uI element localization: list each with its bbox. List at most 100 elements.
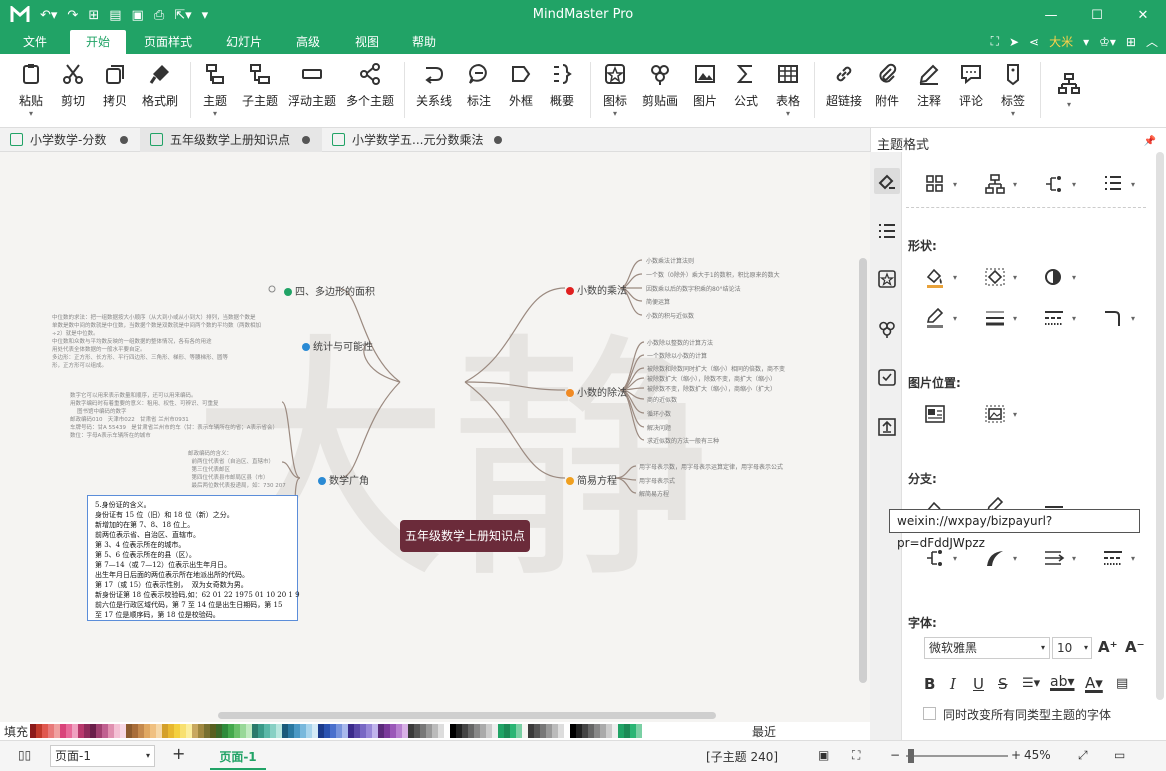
task-tab-icon[interactable] xyxy=(874,364,900,390)
subtopic[interactable]: 一个数除以小数的计算 xyxy=(647,351,707,360)
border-weight-icon[interactable] xyxy=(984,307,1006,329)
subtopic[interactable]: 简便运算 xyxy=(646,297,670,306)
page-list-icon[interactable]: ▯▯ xyxy=(18,748,31,762)
branch-taper-icon[interactable] xyxy=(984,547,1006,569)
subtopic[interactable]: 被除数不变，除数扩大（缩小），商缩小（扩大） xyxy=(647,384,776,393)
underline-icon[interactable]: U xyxy=(973,675,984,693)
subtopic[interactable]: 被除数扩大（缩小），除数不变，商扩大（缩小） xyxy=(647,374,776,383)
topic-decimal-division[interactable]: 小数的除法 xyxy=(566,384,627,399)
export-tab-icon[interactable] xyxy=(874,414,900,440)
font-family-select[interactable]: 微软雅黑 ▾ xyxy=(924,637,1050,659)
publish-icon[interactable]: ➤ xyxy=(1009,35,1019,49)
mindmap-canvas[interactable]: 大静 五年级数学上册知识点 小数的乘法 小数的除法 简易方程 四、多边形的面积 … xyxy=(0,152,870,722)
panel-toggle-icon[interactable]: ▭ xyxy=(1114,748,1125,762)
bold-icon[interactable]: B xyxy=(924,675,935,693)
branch-arrow-dropdown-icon[interactable]: ▾ xyxy=(1072,554,1076,563)
connector-style-icon[interactable] xyxy=(1043,173,1065,195)
border-dash-dropdown-icon[interactable]: ▾ xyxy=(1072,314,1076,323)
align-icon[interactable]: ☰▾ xyxy=(1022,676,1040,691)
subtopic[interactable]: 解决问题 xyxy=(647,423,671,432)
wide-angle-note-1[interactable]: 数字它可以用来表示数量和顺序，还可以用来编码。 用数字编码时有着重要的意义：租用… xyxy=(70,392,278,440)
shape-dropdown-icon[interactable]: ▾ xyxy=(1013,273,1017,282)
clipart-button[interactable]: 剪贴画 xyxy=(638,62,682,109)
pin-icon[interactable]: 📌 xyxy=(1144,136,1156,147)
subtopic[interactable]: 小数乘法计算法则 xyxy=(646,256,694,265)
idcard-note-box[interactable]: 5.身份证的含义。 身份证有 15 位（旧）和 18 位（新）之分。 新增加的在… xyxy=(87,495,300,621)
zoom-slider-thumb[interactable] xyxy=(908,749,914,763)
menu-advanced[interactable]: 高级 xyxy=(283,30,333,54)
menu-slides[interactable]: 幻灯片 xyxy=(216,30,272,54)
topic-statistics[interactable]: 统计与可能性 xyxy=(302,338,373,353)
close-button[interactable]: ✕ xyxy=(1120,0,1166,30)
page-tab[interactable]: 页面-1 xyxy=(210,748,266,770)
table-button[interactable]: 表格 ▾ xyxy=(769,62,807,118)
tab-close-icon[interactable] xyxy=(494,136,502,144)
outline-tab-icon[interactable] xyxy=(874,218,900,244)
italic-icon[interactable]: I xyxy=(950,675,956,693)
subtopic-button[interactable]: 子主题 xyxy=(238,62,282,109)
layout-button[interactable]: ▾ xyxy=(1050,72,1088,109)
icon-button[interactable]: 图标 ▾ xyxy=(596,62,634,118)
picture-button[interactable]: 图片 xyxy=(686,62,724,109)
branch-taper-dropdown-icon[interactable]: ▾ xyxy=(1013,554,1017,563)
shape-select-icon[interactable] xyxy=(984,266,1006,288)
statistics-note[interactable]: 中位数的求法：把一组数据按大小顺序（从大到小或从小到大）排列，当数据个数是 单数… xyxy=(52,314,261,370)
image-top-icon[interactable] xyxy=(984,403,1006,425)
tab-close-icon[interactable] xyxy=(302,136,310,144)
shadow-dropdown-icon[interactable]: ▾ xyxy=(1072,273,1076,282)
subtopic[interactable]: 用字母表示式 xyxy=(639,476,675,485)
zoom-in-icon[interactable]: + xyxy=(1011,748,1021,762)
topic-format-tab-icon[interactable] xyxy=(874,168,900,194)
page-select[interactable]: 页面-1 ▾ xyxy=(50,745,155,767)
multiple-topics-button[interactable]: 多个主题 xyxy=(342,62,398,109)
skin-icon[interactable]: ♔▾ xyxy=(1099,35,1116,49)
subtopic[interactable]: 商的近似数 xyxy=(647,395,677,404)
subtopic[interactable]: 用字母表示数，用字母表示运算定律，用字母表示公式 xyxy=(639,462,783,471)
text-box-icon[interactable]: ▤ xyxy=(1116,676,1128,691)
tab-document-1[interactable]: 小学数学-分数 xyxy=(0,128,140,152)
branch-arrow-icon[interactable] xyxy=(1043,547,1065,569)
add-page-icon[interactable]: + xyxy=(172,744,185,763)
vertical-scrollbar[interactable] xyxy=(859,258,867,683)
corner-dropdown-icon[interactable]: ▾ xyxy=(1131,314,1135,323)
branch-dash-icon[interactable] xyxy=(1102,547,1124,569)
wide-angle-note-2[interactable]: 邮政编码的含义： 前两位代表省（自治区、直辖市） 第三位代表邮区 第四位代表县市… xyxy=(188,450,286,490)
formula-button[interactable]: 公式 xyxy=(727,62,765,109)
attachment-button[interactable]: 附件 xyxy=(868,62,906,109)
boundary-button[interactable]: 外框 xyxy=(502,62,540,109)
floating-topic-button[interactable]: 浮动主题 xyxy=(284,62,340,109)
subtopic[interactable]: 被除数和除数同时扩大（缩小）相同的倍数，商不变 xyxy=(647,364,785,373)
subtopic[interactable]: 循环小数 xyxy=(647,409,671,418)
subtopic[interactable]: 求近似数的方法一般有三种 xyxy=(647,436,719,445)
branch-connector-dropdown-icon[interactable]: ▾ xyxy=(953,554,957,563)
note-button[interactable]: 注释 xyxy=(910,62,948,109)
tab-close-icon[interactable] xyxy=(120,136,128,144)
subtopic[interactable]: 小数除以整数的计算方法 xyxy=(647,338,713,347)
numbering-dropdown-icon[interactable]: ▾ xyxy=(1131,180,1135,189)
menu-help[interactable]: 帮助 xyxy=(399,30,449,54)
border-dash-icon[interactable] xyxy=(1043,307,1065,329)
menu-file[interactable]: 文件 xyxy=(10,30,60,54)
subtopic[interactable]: 因数乘以后的数字积乘的80°结论法 xyxy=(646,284,741,293)
share-icon[interactable]: ⋖ xyxy=(1029,35,1039,49)
font-size-select[interactable]: 10 ▾ xyxy=(1052,637,1092,659)
user-dropdown-icon[interactable]: ▾ xyxy=(1083,35,1089,49)
menu-home[interactable]: 开始 xyxy=(70,30,126,54)
icon-library-tab-icon[interactable] xyxy=(874,266,900,292)
topic-button[interactable]: 主题 ▾ xyxy=(196,62,234,118)
subtopic[interactable]: 一个数（0除外）乘大于1的数积，积比原来的数大 xyxy=(646,270,780,279)
fill-dropdown-icon[interactable]: ▾ xyxy=(953,273,957,282)
connector-dropdown-icon[interactable]: ▾ xyxy=(1072,180,1076,189)
numbering-icon[interactable] xyxy=(1102,173,1124,195)
zoom-slider-track[interactable] xyxy=(906,755,1008,757)
paste-button[interactable]: 粘贴 ▾ xyxy=(12,62,50,118)
comment-button[interactable]: 评论 xyxy=(952,62,990,109)
fit-width-icon[interactable]: ⤢ xyxy=(1078,748,1088,763)
highlight-icon[interactable]: ab▾ xyxy=(1050,674,1075,690)
tab-document-2[interactable]: 五年级数学上册知识点 xyxy=(140,128,322,152)
layout-grid-icon[interactable] xyxy=(924,173,946,195)
fullscreen-icon[interactable]: ⛶ xyxy=(991,34,999,49)
collapse-ribbon-icon[interactable]: ︿ xyxy=(1146,33,1158,50)
border-color-icon[interactable] xyxy=(924,307,946,329)
structure-icon[interactable] xyxy=(984,173,1006,195)
